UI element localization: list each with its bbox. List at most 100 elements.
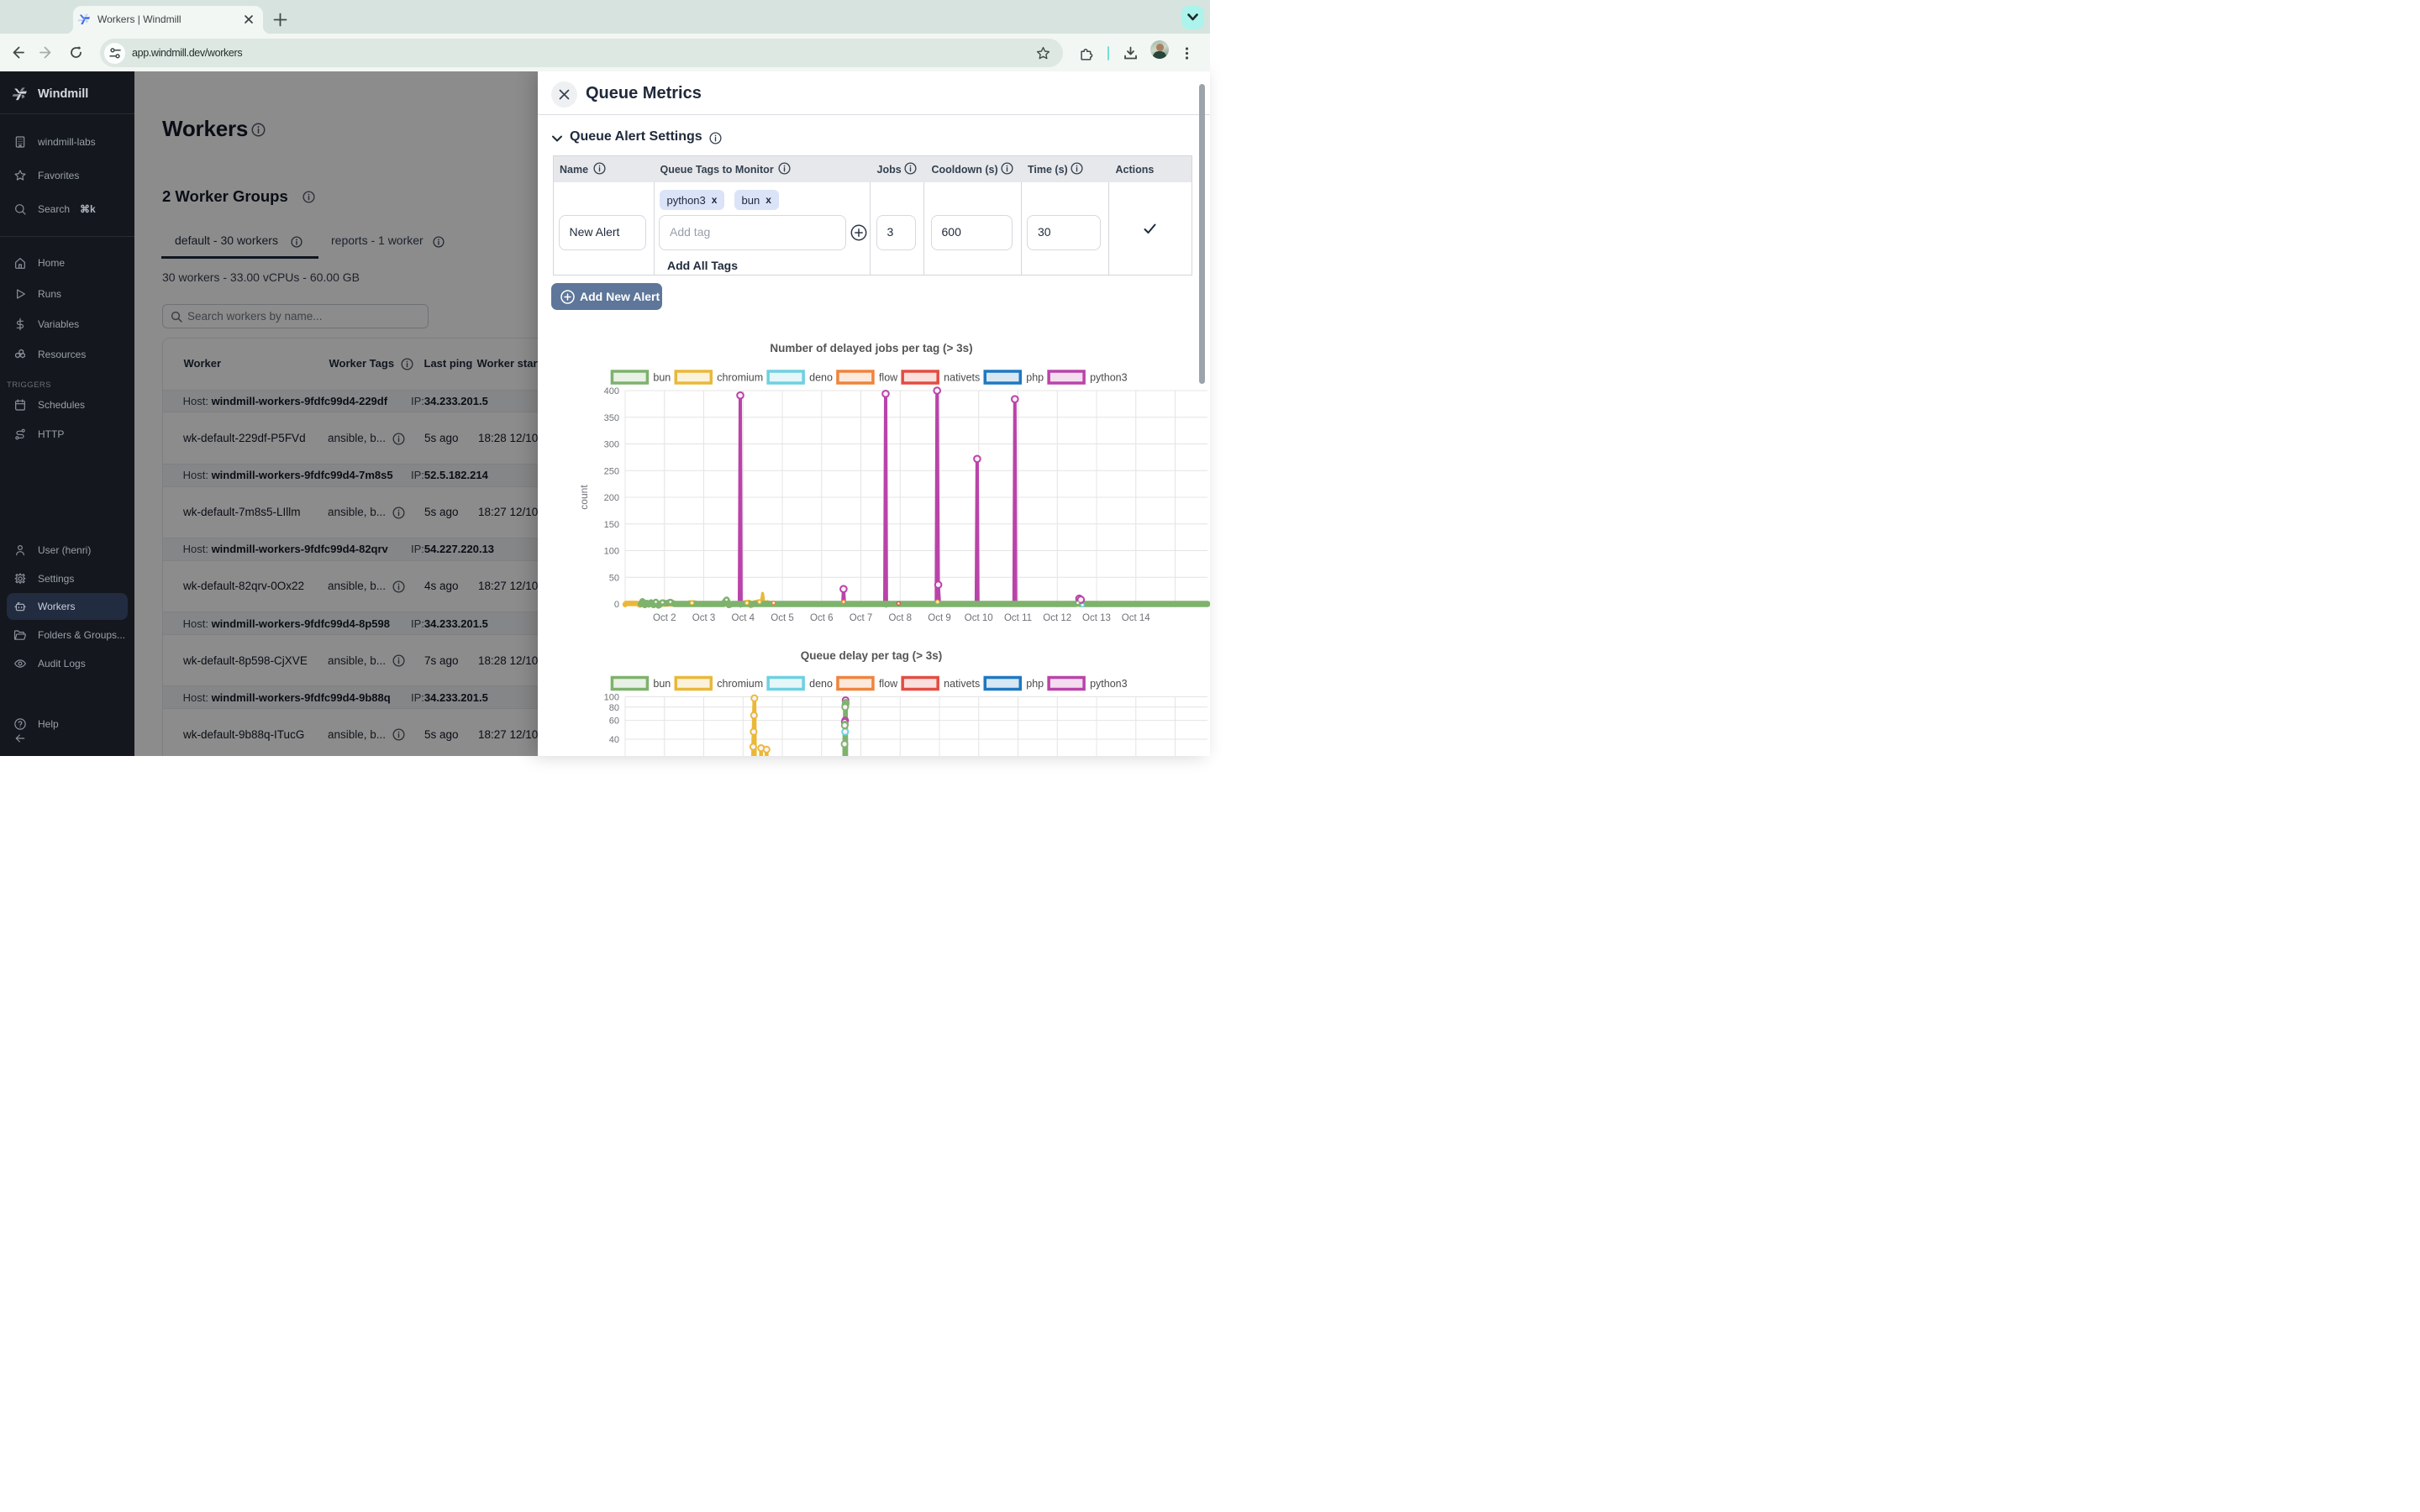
chevron-down-icon[interactable] xyxy=(551,133,563,144)
robot-icon xyxy=(13,600,27,613)
drawer-close-button[interactable] xyxy=(551,81,577,108)
add-all-tags-link[interactable]: Add All Tags xyxy=(667,259,738,272)
teal-separator xyxy=(1107,46,1110,60)
sidebar-item-label: Search xyxy=(38,203,70,215)
sidebar-section-triggers: TRIGGERS xyxy=(7,381,51,390)
sidebar-item-http[interactable]: HTTP xyxy=(0,420,134,449)
sidebar-item-label: Schedules xyxy=(38,399,85,411)
sidebar-item-resources[interactable]: Resources xyxy=(0,340,134,369)
sidebar-item-favorites[interactable]: Favorites xyxy=(0,161,134,190)
svg-text:Oct 11: Oct 11 xyxy=(1004,613,1032,623)
svg-text:300: 300 xyxy=(604,440,619,450)
play-icon xyxy=(13,287,27,301)
home-icon xyxy=(13,256,27,270)
column-divider xyxy=(1108,182,1109,274)
add-tag-input[interactable]: Add tag xyxy=(659,215,846,250)
route-icon xyxy=(13,428,27,441)
menu-kebab-icon[interactable] xyxy=(1180,46,1194,60)
col-actions: Actions xyxy=(1116,164,1155,176)
windmill-logo-icon xyxy=(12,87,28,102)
svg-text:350: 350 xyxy=(604,413,619,423)
tab-close-icon[interactable] xyxy=(241,12,256,27)
tab-search-button[interactable] xyxy=(1181,6,1204,29)
name-info-icon[interactable] xyxy=(593,162,606,175)
svg-text:chromium: chromium xyxy=(717,372,763,384)
jobs-info-icon[interactable] xyxy=(904,162,917,175)
sidebar-item-settings[interactable]: Settings xyxy=(0,564,134,593)
sidebar-item-label: Variables xyxy=(38,318,79,330)
sidebar-logo-label: Windmill xyxy=(38,87,88,101)
sidebar-collapse-button[interactable] xyxy=(0,724,134,753)
svg-text:Oct 14: Oct 14 xyxy=(1122,613,1150,623)
svg-text:50: 50 xyxy=(609,573,619,583)
search-icon xyxy=(13,202,27,216)
boxes-icon xyxy=(13,348,27,361)
col-jobs: Jobs xyxy=(877,164,902,176)
tag-remove-button[interactable]: x xyxy=(765,194,771,206)
sidebar-item-user-henri-[interactable]: User (henri) xyxy=(0,536,134,564)
tag-chip-label: bun xyxy=(742,194,760,207)
reload-icon[interactable] xyxy=(69,45,83,60)
alert-name-input[interactable]: New Alert xyxy=(559,215,646,250)
sidebar-item-search[interactable]: Search ⌘k xyxy=(0,195,134,223)
sidebar-item-schedules[interactable]: Schedules xyxy=(0,391,134,419)
cooldown-input[interactable]: 600 xyxy=(931,215,1013,250)
tag-remove-button[interactable]: x xyxy=(712,194,718,206)
confirm-check-icon[interactable] xyxy=(1144,223,1156,234)
add-new-alert-button[interactable]: Add New Alert xyxy=(551,283,662,310)
svg-text:Number of delayed jobs per tag: Number of delayed jobs per tag (> 3s) xyxy=(770,342,972,354)
sidebar-item-runs[interactable]: Runs xyxy=(0,280,134,308)
gear-icon xyxy=(13,572,27,585)
downloads-icon[interactable] xyxy=(1123,46,1138,60)
time-info-icon[interactable] xyxy=(1071,162,1083,175)
svg-text:Queue delay per tag (> 3s): Queue delay per tag (> 3s) xyxy=(801,649,942,662)
sidebar-item-variables[interactable]: Variables xyxy=(0,310,134,339)
svg-text:Oct 10: Oct 10 xyxy=(965,613,993,623)
svg-text:Oct 6: Oct 6 xyxy=(810,613,833,623)
svg-text:Oct 12: Oct 12 xyxy=(1043,613,1071,623)
drawer-scrollbar[interactable] xyxy=(1199,84,1205,384)
sidebar-item-workers[interactable]: Workers xyxy=(0,592,134,621)
cooldown-value: 600 xyxy=(942,225,961,239)
sidebar-item-home[interactable]: Home xyxy=(0,249,134,277)
svg-text:100: 100 xyxy=(604,693,619,703)
sidebar-item-workspace[interactable]: windmill-labs xyxy=(0,128,134,156)
extensions-puzzle-icon[interactable] xyxy=(1079,46,1093,60)
queue-alert-settings-heading[interactable]: Queue Alert Settings xyxy=(570,129,702,144)
add-tag-plus-icon[interactable] xyxy=(850,224,867,241)
site-info-icon[interactable] xyxy=(104,43,125,64)
new-tab-button[interactable] xyxy=(273,13,287,27)
sidebar-item-folders-groups-[interactable]: Folders & Groups... xyxy=(0,621,134,649)
column-divider xyxy=(654,182,655,274)
queue-tags-info-icon[interactable] xyxy=(778,162,791,175)
arrow-left-icon xyxy=(13,732,27,745)
sidebar-item-label: windmill-labs xyxy=(38,136,96,148)
tag-chip-bun: bunx xyxy=(734,190,779,210)
time-input[interactable]: 30 xyxy=(1027,215,1101,250)
sidebar-item-label: Runs xyxy=(38,288,61,300)
column-divider xyxy=(1021,182,1022,274)
svg-text:chromium: chromium xyxy=(717,678,763,690)
queue-alert-settings-info-icon[interactable] xyxy=(709,132,722,144)
search-shortcut: ⌘k xyxy=(80,203,96,215)
browser-tab-strip: Workers | Windmill xyxy=(0,0,1210,34)
browser-tab[interactable]: Workers | Windmill xyxy=(73,6,263,34)
add-tag-placeholder: Add tag xyxy=(670,225,710,239)
profile-avatar[interactable] xyxy=(1150,40,1169,59)
close-icon xyxy=(559,89,570,100)
sidebar-item-audit-logs[interactable]: Audit Logs xyxy=(0,649,134,678)
col-queue-tags: Queue Tags to Monitor xyxy=(660,164,774,176)
forward-icon[interactable] xyxy=(39,45,53,60)
svg-text:250: 250 xyxy=(604,466,619,476)
back-icon[interactable] xyxy=(11,45,25,60)
jobs-input[interactable]: 3 xyxy=(876,215,916,250)
drawer-header-divider xyxy=(538,114,1210,115)
cooldown-info-icon[interactable] xyxy=(1001,162,1013,175)
svg-text:nativets: nativets xyxy=(944,678,980,690)
bookmark-star-icon[interactable] xyxy=(1036,46,1050,60)
address-bar[interactable]: app.windmill.dev/workers xyxy=(100,39,1063,67)
sidebar-divider xyxy=(0,113,134,114)
svg-text:nativets: nativets xyxy=(944,372,980,384)
svg-text:Oct 8: Oct 8 xyxy=(889,613,912,623)
svg-text:Oct 2: Oct 2 xyxy=(653,613,676,623)
